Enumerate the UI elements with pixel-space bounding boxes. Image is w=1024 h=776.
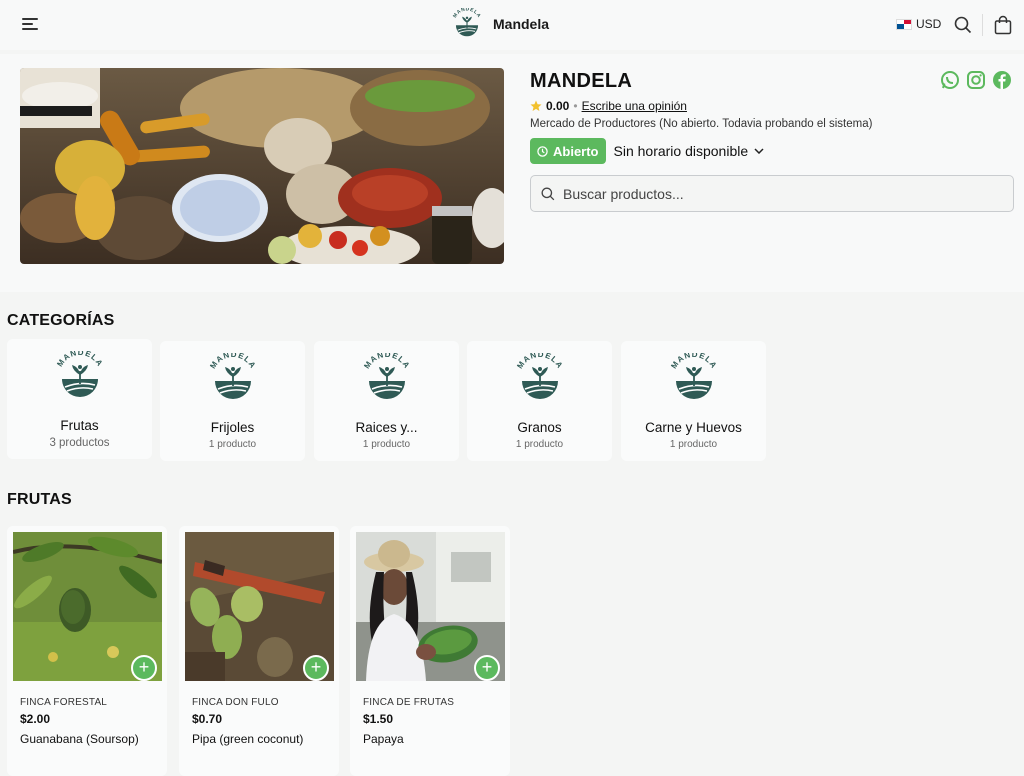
rating-row: 0.00 • Escribe una opinión <box>530 99 1014 113</box>
product-price: $2.00 <box>20 712 51 726</box>
categories-heading: CATEGORÍAS <box>7 312 115 329</box>
currency-label: USD <box>916 17 942 31</box>
schedule-dropdown[interactable]: Sin horario disponible <box>614 143 765 159</box>
category-count: 1 producto <box>208 439 257 450</box>
product-search-input[interactable]: Buscar productos... <box>530 175 1014 212</box>
product-card[interactable]: + FINCA DON FULO $0.70 Pipa (green cocon… <box>179 526 339 776</box>
category-name: Granos <box>517 420 562 435</box>
category-card-carne-huevos[interactable]: Carne y Huevos 1 producto <box>621 341 766 461</box>
category-logo <box>668 353 720 405</box>
open-status-badge: Abierto <box>530 138 606 164</box>
product-image-pipa: + <box>185 532 334 681</box>
category-card-frutas[interactable]: Frutas 3 productos <box>7 339 152 459</box>
social-links <box>940 70 1012 90</box>
category-name: Raices y... <box>355 420 418 435</box>
star-icon <box>530 100 542 111</box>
category-name: Frijoles <box>210 420 255 435</box>
brand[interactable]: Mandela <box>451 8 549 40</box>
category-count: 1 producto <box>515 439 564 450</box>
currency-selector[interactable]: USD <box>896 17 941 31</box>
search-icon[interactable] <box>954 16 972 34</box>
store-description: Mercado de Productores (No abierto. Toda… <box>530 118 873 130</box>
schedule-label: Sin horario disponible <box>613 143 749 159</box>
product-name: Papaya <box>363 732 404 746</box>
panama-flag-icon <box>896 18 912 30</box>
product-card[interactable]: + FINCA FORESTAL $2.00 Guanabana (Sourso… <box>7 526 167 776</box>
add-to-cart-button[interactable]: + <box>474 655 500 681</box>
product-image-guanabana: + <box>13 532 162 681</box>
clock-icon <box>537 145 548 157</box>
category-count: 1 producto <box>362 439 411 450</box>
top-bar: Mandela USD <box>0 0 1024 50</box>
category-name: Frutas <box>60 418 99 433</box>
store-info: MANDELA 0.00 • Escribe una opinión Merca… <box>530 68 1014 212</box>
category-count: 3 productos <box>49 437 110 449</box>
product-image-papaya: + <box>356 532 505 681</box>
category-card-raices[interactable]: Raices y... 1 producto <box>314 341 459 461</box>
rating-value: 0.00 <box>546 99 570 113</box>
instagram-icon[interactable] <box>966 70 986 90</box>
product-farm: FINCA DE FRUTAS <box>363 697 455 708</box>
products-heading: FRUTAS <box>7 491 72 508</box>
brand-name: Mandela <box>493 16 550 32</box>
cart-bag-icon[interactable] <box>994 15 1012 35</box>
add-to-cart-button[interactable]: + <box>131 655 157 681</box>
category-count: 1 producto <box>669 439 718 450</box>
product-price: $0.70 <box>192 712 223 726</box>
hours-row: Abierto Sin horario disponible <box>530 138 1014 164</box>
write-review-link[interactable]: Escribe una opinión <box>582 99 687 113</box>
chevron-down-icon <box>754 148 764 154</box>
category-name: Carne y Huevos <box>645 420 742 435</box>
store-banner-image <box>20 68 504 264</box>
category-logo <box>361 353 413 405</box>
category-logo <box>54 351 106 403</box>
facebook-icon[interactable] <box>992 70 1012 90</box>
search-icon <box>541 187 555 200</box>
divider <box>982 14 983 36</box>
store-hero: MANDELA 0.00 • Escribe una opinión Merca… <box>0 54 1024 292</box>
product-name: Guanabana (Soursop) <box>20 732 139 746</box>
category-logo <box>514 353 566 405</box>
search-placeholder: Buscar productos... <box>563 185 684 202</box>
product-card[interactable]: + FINCA DE FRUTAS $1.50 Papaya <box>350 526 510 776</box>
category-logo <box>207 353 259 405</box>
product-farm: FINCA FORESTAL <box>20 697 108 708</box>
menu-icon[interactable] <box>22 18 38 32</box>
category-card-frijoles[interactable]: Frijoles 1 producto <box>160 341 305 461</box>
open-status-label: Abierto <box>553 143 599 159</box>
product-name: Pipa (green coconut) <box>192 732 304 746</box>
add-to-cart-button[interactable]: + <box>303 655 329 681</box>
product-price: $1.50 <box>363 712 394 726</box>
whatsapp-icon[interactable] <box>940 70 960 90</box>
brand-logo <box>451 8 483 40</box>
separator-dot: • <box>573 99 578 113</box>
product-farm: FINCA DON FULO <box>192 697 279 708</box>
category-card-granos[interactable]: Granos 1 producto <box>467 341 612 461</box>
